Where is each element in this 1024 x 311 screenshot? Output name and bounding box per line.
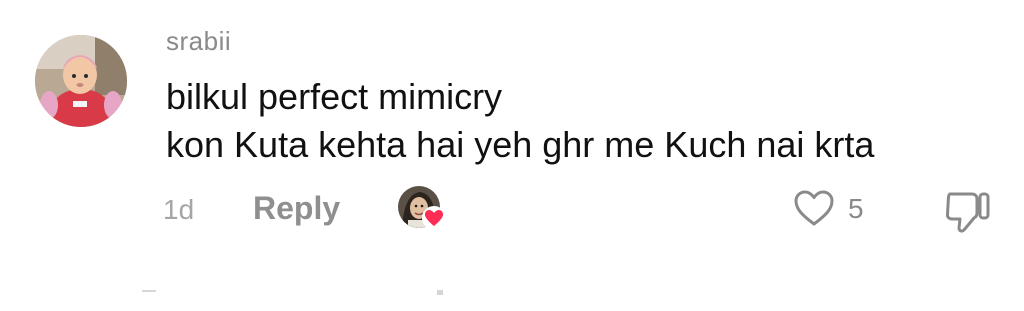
comment-item: srabii bilkul perfect mimicry kon Kuta k… xyxy=(0,0,1024,311)
comment-text-line: bilkul perfect mimicry xyxy=(166,76,503,117)
divider xyxy=(142,290,156,292)
like-count: 5 xyxy=(848,193,864,224)
heart-icon xyxy=(422,206,446,230)
comment-timestamp: 1d xyxy=(163,194,195,225)
user-avatar[interactable] xyxy=(35,35,127,127)
thumbs-down-outline-icon[interactable] xyxy=(942,188,992,234)
avatar-photo xyxy=(35,35,127,127)
comment-text-line: kon Kuta kehta hai yeh ghr me Kuch nai k… xyxy=(166,124,875,165)
reply-button[interactable]: Reply xyxy=(253,190,340,227)
divider xyxy=(437,290,443,295)
heart-outline-icon[interactable] xyxy=(792,188,836,228)
creator-liked-badge xyxy=(398,186,450,230)
comment-username[interactable]: srabii xyxy=(166,26,231,57)
